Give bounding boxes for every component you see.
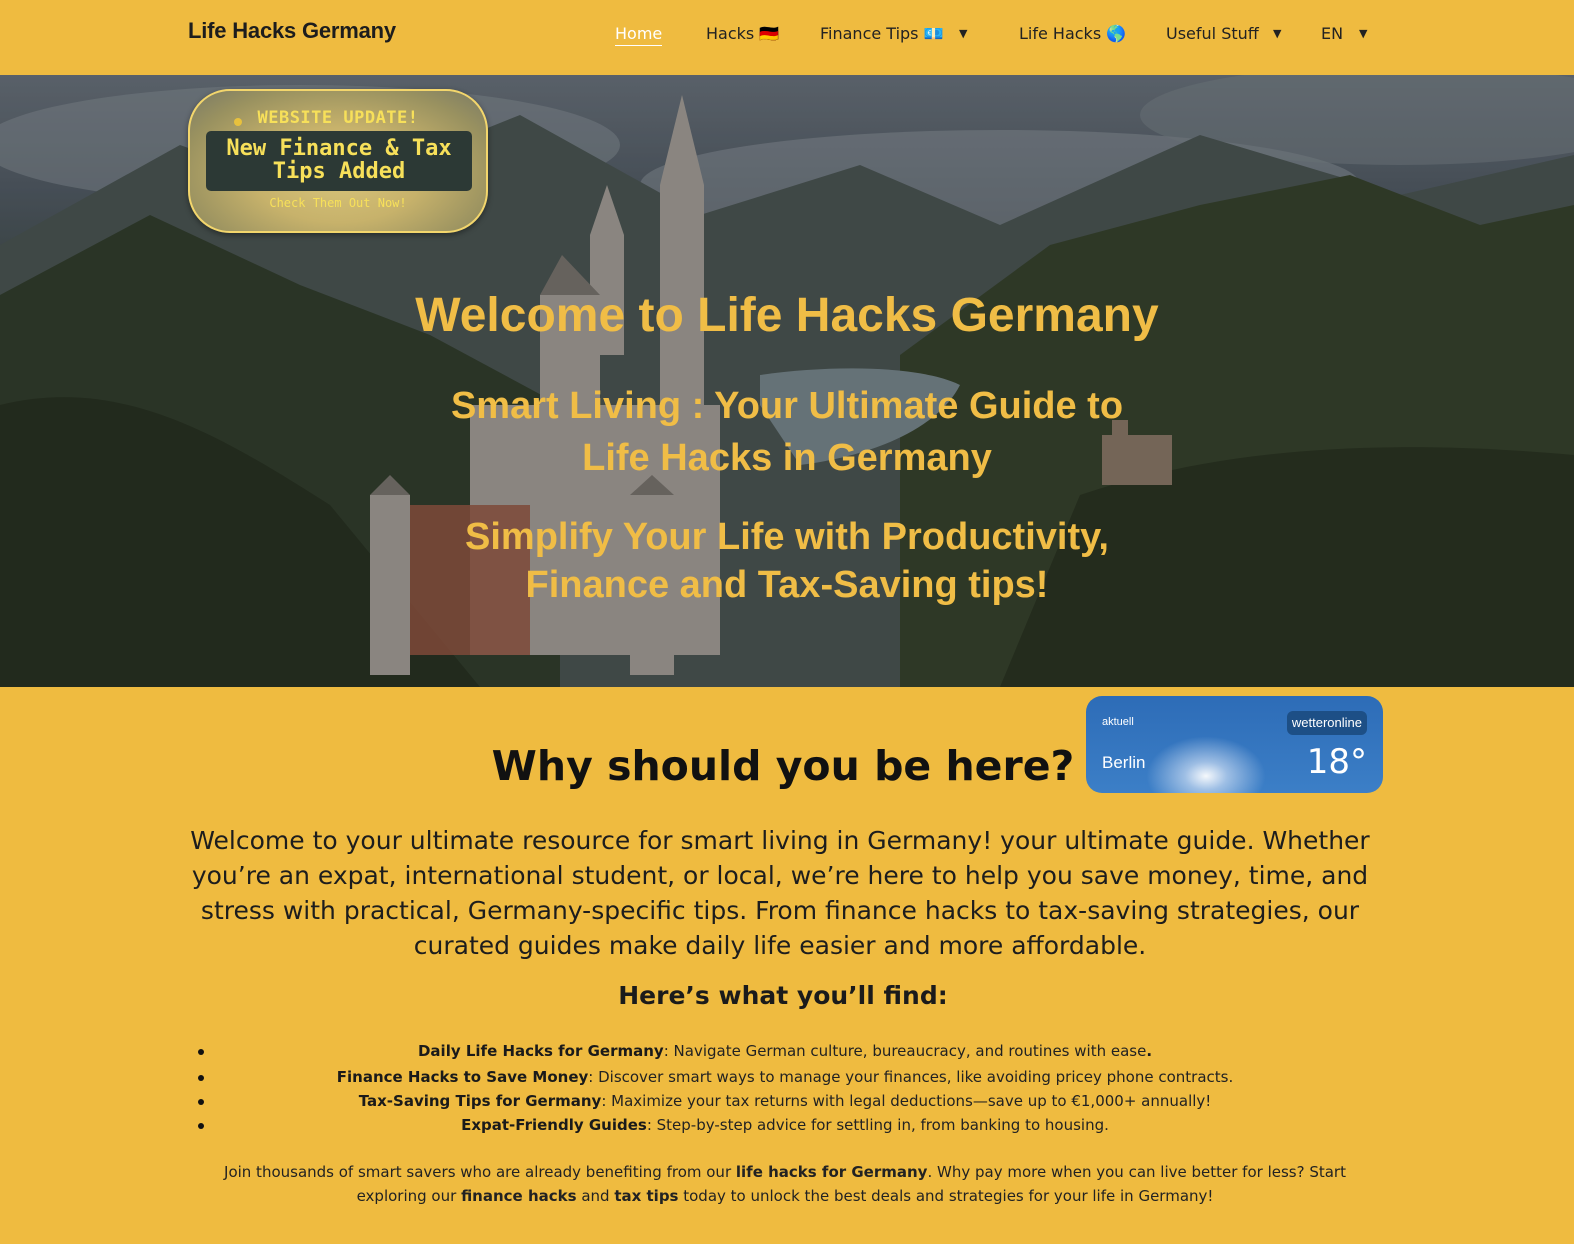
hero-subtitle-line2: Life Hacks in Germany [582, 437, 992, 479]
bullet-icon [198, 1075, 204, 1081]
section-heading: Why should you be here? [491, 742, 1075, 790]
outro-text: Join thousands of smart savers who are a… [224, 1163, 736, 1181]
hero-subtitle: Smart Living : Your Ultimate Guide to Li… [0, 380, 1574, 484]
badge-message-box: New Finance & Tax Tips Added [206, 131, 472, 191]
bullet-icon [198, 1123, 204, 1129]
list-item-title: Expat-Friendly Guides [461, 1116, 647, 1134]
list-item: Expat-Friendly Guides: Step-by-step advi… [188, 1113, 1382, 1137]
list-item-title: Daily Life Hacks for Germany [417, 1042, 664, 1060]
intro-paragraph: Welcome to your ultimate resource for sm… [190, 826, 1370, 960]
bullet-icon [198, 1049, 204, 1055]
nav-home[interactable]: Home [615, 24, 663, 46]
main-nav: Home Hacks 🇩🇪 Finance Tips 💶 ▼ Life Hack… [0, 24, 1574, 50]
list-item: Daily Life Hacks for Germany: Navigate G… [188, 1039, 1382, 1065]
badge-message-line1: New Finance & Tax [226, 136, 452, 161]
weather-brand-logo[interactable]: wetteronline [1286, 711, 1367, 735]
nav-finance-tips[interactable]: Finance Tips 💶 [820, 24, 944, 43]
language-selector[interactable]: EN [1321, 24, 1343, 43]
badge-cta-link[interactable]: Check Them Out Now! [190, 196, 486, 210]
hero-tagline-line2: Finance and Tax-Saving tips! [525, 564, 1049, 606]
outro-link-tax-tips[interactable]: tax tips [614, 1187, 678, 1205]
weather-label: aktuell [1102, 716, 1134, 728]
chevron-down-icon[interactable]: ▼ [1273, 27, 1281, 40]
outro-link-finance-hacks[interactable]: finance hacks [461, 1187, 576, 1205]
nav-hacks[interactable]: Hacks 🇩🇪 [706, 24, 779, 43]
outro-link-life-hacks[interactable]: life hacks for Germany [736, 1163, 928, 1181]
hero-subtitle-line1: Smart Living : Your Ultimate Guide to [450, 385, 1124, 427]
badge-message-line2: Tips Added [272, 159, 406, 184]
list-item-end: . [1146, 1042, 1153, 1060]
nav-life-hacks[interactable]: Life Hacks 🌎 [1019, 24, 1126, 43]
list-item-text: : Maximize your tax returns with legal d… [601, 1092, 1212, 1110]
list-item-text: : Navigate German culture, bureaucracy, … [663, 1042, 1147, 1060]
list-item-title: Tax-Saving Tips for Germany [358, 1092, 602, 1110]
list-item: Tax-Saving Tips for Germany: Maximize yo… [188, 1089, 1382, 1113]
hero-tagline-line1: Simplify Your Life with Productivity, [465, 516, 1109, 558]
nav-useful-stuff[interactable]: Useful Stuff [1166, 24, 1259, 43]
find-heading: Here’s what you’ll find: [618, 981, 948, 1010]
badge-heading: WEBSITE UPDATE! [257, 108, 419, 128]
outro-text: and [576, 1187, 615, 1205]
list-item-text: : Discover smart ways to manage your fin… [588, 1068, 1234, 1086]
badge-message: New Finance & Tax Tips Added [206, 137, 472, 183]
outro-text: today to unlock the best deals and strat… [678, 1187, 1214, 1205]
list-item-text: : Step-by-step advice for settling in, f… [646, 1116, 1109, 1134]
website-update-badge[interactable]: WEBSITE UPDATE! New Finance & Tax Tips A… [188, 89, 488, 233]
chevron-down-icon[interactable]: ▼ [959, 27, 967, 40]
list-item: Finance Hacks to Save Money: Discover sm… [188, 1065, 1382, 1089]
outro-paragraph: Join thousands of smart savers who are a… [188, 1160, 1382, 1208]
hero-tagline: Simplify Your Life with Productivity, Fi… [0, 513, 1574, 609]
hero-title: Welcome to Life Hacks Germany [415, 289, 1159, 342]
chevron-down-icon[interactable]: ▼ [1359, 27, 1367, 40]
bullet-icon [198, 1099, 204, 1105]
list-item-title: Finance Hacks to Save Money [336, 1068, 589, 1086]
site-header: Life Hacks Germany Home Hacks 🇩🇪 Finance… [0, 0, 1574, 75]
features-list: Daily Life Hacks for Germany: Navigate G… [188, 1039, 1382, 1137]
